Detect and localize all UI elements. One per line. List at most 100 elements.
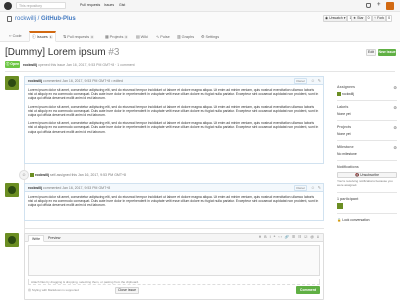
pulse-icon: ∿ bbox=[156, 35, 160, 39]
divider bbox=[337, 191, 397, 193]
tab-pulse[interactable]: ∿ Pulse bbox=[154, 32, 172, 42]
status-label: Open bbox=[10, 62, 20, 66]
repo-name-link[interactable]: GitHub-Plus bbox=[41, 16, 76, 22]
comment-paragraph: Lorem ipsum dolor sit amet, consectetur … bbox=[28, 88, 319, 101]
tab-label: Settings bbox=[205, 35, 220, 39]
participants-title: 1 participant bbox=[337, 196, 359, 201]
tab-count: 1 bbox=[48, 35, 53, 39]
tab-label: Wiki bbox=[140, 35, 148, 39]
tab-label: Graphs bbox=[181, 35, 195, 39]
tab-wiki[interactable]: ▤ Wiki bbox=[134, 32, 150, 42]
issue-icon: ⓘ bbox=[32, 35, 36, 39]
notifications-title: Notifications bbox=[337, 165, 359, 170]
comment-author-link[interactable]: rockwillj bbox=[28, 79, 42, 83]
tab-pull-requests[interactable]: ⇅ Pull requests 0 bbox=[61, 32, 96, 42]
search-scope-label: This repository bbox=[19, 4, 42, 8]
star-label: Star bbox=[357, 16, 364, 20]
caret-icon: ▾ bbox=[343, 16, 346, 20]
bell-icon[interactable] bbox=[366, 3, 371, 8]
watch-group: ◉Unwatch▾ 1 bbox=[323, 15, 354, 22]
divider bbox=[337, 160, 397, 162]
issue-author-link[interactable]: rockwillj bbox=[23, 63, 37, 67]
comment-box: rockwillj commented Jan 16, 2017, 9:53 P… bbox=[24, 183, 324, 221]
repo-owner-link[interactable]: rockwillj bbox=[15, 16, 36, 22]
github-logo-icon[interactable] bbox=[4, 2, 12, 10]
comment-button[interactable]: Comment bbox=[296, 286, 320, 294]
tab-count: 0 bbox=[90, 35, 94, 39]
assignee-item[interactable]: rockwillj bbox=[337, 92, 397, 97]
pencil-icon[interactable]: ✎ bbox=[318, 78, 321, 83]
nav-gist[interactable]: Gist bbox=[119, 3, 125, 7]
markdown-toolbar[interactable]: H B I ❝ ‹› 🔗 ☰ ☷ ☑ @ ⌸ bbox=[259, 235, 320, 239]
assignee-name: rockwillj bbox=[342, 92, 354, 96]
markdown-hint[interactable]: Ⓜ Styling with Markdown is supported bbox=[28, 288, 79, 292]
owner-badge: Owner bbox=[294, 185, 307, 191]
comment-meta: commented Jan 16, 2017, 9:53 PM GMT+8 bbox=[43, 186, 111, 190]
fork-group: ⑂ Fork 0 bbox=[372, 15, 393, 22]
gear-icon[interactable]: ⚙ bbox=[393, 105, 397, 110]
issue-title: [Dummy] Lorem ipsum #3 bbox=[5, 47, 119, 58]
labels-title: Labels bbox=[337, 105, 349, 110]
notifications-header: Notifications bbox=[337, 165, 397, 169]
comment-avatar[interactable] bbox=[5, 76, 19, 90]
event-avatar[interactable] bbox=[29, 173, 34, 177]
fork-label: Fork bbox=[377, 16, 385, 20]
participants-header: 1 participant bbox=[337, 197, 397, 201]
labels-header[interactable]: Labels ⚙ bbox=[337, 105, 397, 110]
assignees-title: Assignees bbox=[337, 85, 355, 89]
preview-tab[interactable]: Preview bbox=[45, 235, 63, 242]
pr-icon: ⇅ bbox=[63, 35, 67, 39]
pencil-icon[interactable]: ✎ bbox=[318, 185, 321, 190]
gear-icon[interactable]: ⚙ bbox=[393, 85, 397, 90]
tab-graphs[interactable]: ▥ Graphs bbox=[175, 32, 196, 42]
nav-issues[interactable]: Issues bbox=[104, 3, 114, 7]
comment-header: rockwillj commented Jan 16, 2017, 9:53 P… bbox=[25, 184, 323, 192]
star-button[interactable]: ★ Star bbox=[351, 15, 366, 22]
smiley-icon[interactable]: ☺ bbox=[311, 185, 315, 190]
star-icon: ★ bbox=[353, 16, 357, 20]
edit-button[interactable]: Edit bbox=[366, 49, 376, 56]
assignees-header[interactable]: Assignees ⚙ bbox=[337, 85, 397, 90]
fork-button[interactable]: ⑂ Fork bbox=[372, 15, 387, 22]
comment-author-link[interactable]: rockwillj bbox=[28, 186, 42, 190]
projects-header[interactable]: Projects ⚙ bbox=[337, 125, 397, 130]
star-group: ★ Star 0 bbox=[351, 15, 372, 22]
tab-code[interactable]: ‹› Code bbox=[7, 32, 24, 42]
close-issue-button[interactable]: Close issue bbox=[115, 287, 140, 294]
code-icon: ‹› bbox=[9, 34, 12, 38]
tab-label: Projects bbox=[109, 35, 124, 39]
avatar[interactable] bbox=[386, 2, 394, 10]
my-avatar[interactable] bbox=[5, 233, 19, 247]
comment-paragraph: Lorem ipsum dolor sit amet, consectetur … bbox=[28, 104, 319, 118]
tab-issues[interactable]: ⓘ Issues 1 bbox=[29, 31, 56, 42]
smiley-icon[interactable]: ☺ bbox=[311, 78, 315, 83]
watch-button[interactable]: ◉ Unwatch ▾ bbox=[323, 15, 348, 22]
write-tab[interactable]: Write bbox=[28, 235, 45, 242]
fork-count[interactable]: 0 bbox=[386, 15, 393, 22]
nav-pull-requests[interactable]: Pull requests bbox=[80, 3, 100, 7]
gear-icon[interactable]: ⚙ bbox=[393, 145, 397, 150]
lock-conversation-link[interactable]: 🔒 Lock conversation bbox=[337, 218, 397, 222]
tab-label: Issues bbox=[36, 35, 48, 39]
issue-meta-text: opened this issue Jan 16, 2017, 9:53 PM … bbox=[38, 63, 135, 67]
tab-projects[interactable]: ▦ Projects 0 bbox=[103, 32, 130, 42]
participant-avatar[interactable] bbox=[337, 202, 343, 209]
event-author-link[interactable]: rockwillj bbox=[35, 173, 49, 177]
unsubscribe-label: Unsubscribe bbox=[360, 173, 380, 178]
search-input[interactable]: This repository bbox=[16, 2, 66, 9]
new-issue-button[interactable]: New issue bbox=[378, 49, 396, 56]
comment-paragraph: Lorem ipsum dolor sit amet, consectetur … bbox=[28, 121, 319, 134]
repo-icon bbox=[7, 16, 12, 22]
tab-settings[interactable]: ⚙ Settings bbox=[199, 32, 221, 42]
divider bbox=[337, 212, 397, 214]
graph-icon: ▥ bbox=[177, 35, 181, 39]
unsubscribe-button[interactable]: 🔇 Unsubscribe bbox=[337, 172, 397, 179]
comment-avatar[interactable] bbox=[5, 183, 19, 197]
comment-textarea[interactable] bbox=[28, 245, 320, 276]
projects-value: None yet bbox=[337, 132, 351, 137]
plus-icon[interactable]: + bbox=[377, 2, 381, 8]
editor-tabs: Write Preview H B I ❝ ‹› 🔗 ☰ ☷ ☑ @ ⌸ bbox=[25, 234, 323, 242]
gear-icon[interactable]: ⚙ bbox=[393, 125, 397, 130]
star-count[interactable]: 0 bbox=[365, 15, 372, 22]
milestone-header[interactable]: Milestone ⚙ bbox=[337, 145, 397, 150]
